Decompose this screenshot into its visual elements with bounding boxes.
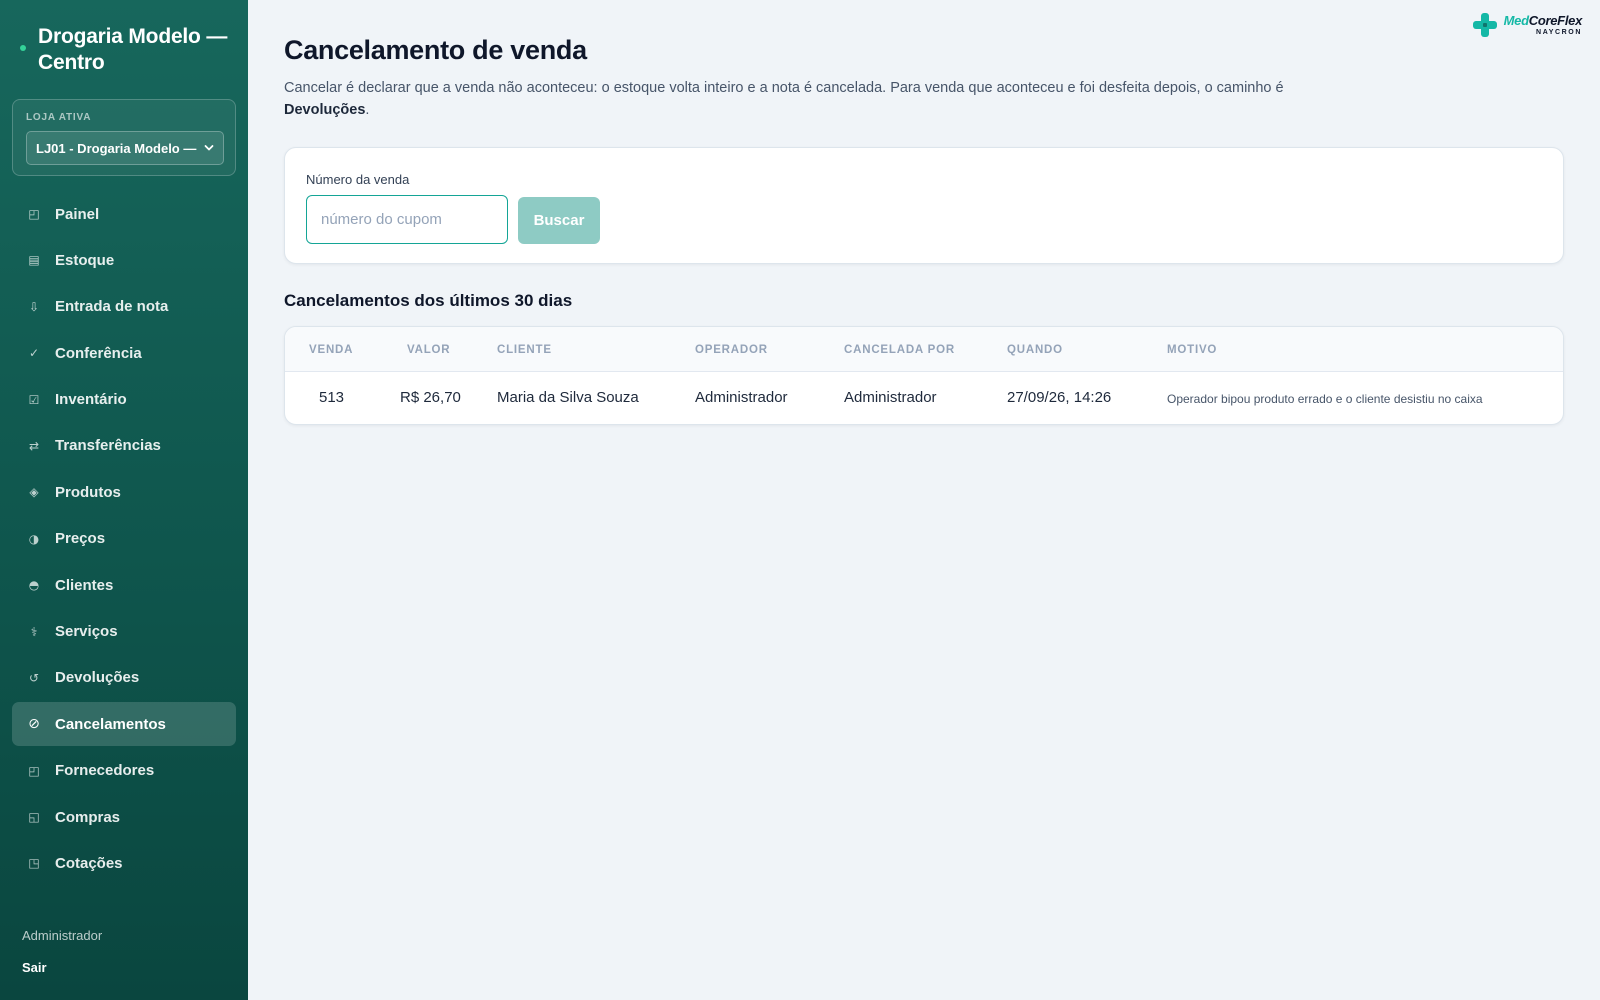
status-dot bbox=[20, 45, 26, 51]
cancellations-table: VENDA VALOR CLIENTE OPERADOR CANCELADA P… bbox=[284, 326, 1564, 425]
table-row[interactable]: 513 R$ 26,70 Maria da Silva Souza Admini… bbox=[285, 372, 1563, 424]
sidebar-item-cancelamentos[interactable]: ⊘ Cancelamentos bbox=[12, 702, 236, 747]
suppliers-icon: ◰ bbox=[28, 763, 40, 778]
col-valor: VALOR bbox=[407, 344, 451, 356]
sidebar-item-label: Transferências bbox=[55, 437, 161, 455]
sidebar-nav: ◰ Painel ▤ Estoque ⇩ Entrada de nota ✓ Conferên… bbox=[12, 192, 236, 888]
cell-venda: 513 bbox=[319, 389, 345, 406]
col-operador: OPERADOR bbox=[695, 344, 768, 356]
page-description: Cancelar é declarar que a venda não acon… bbox=[284, 80, 1284, 118]
invoice-entry-icon: ⇩ bbox=[28, 299, 40, 314]
sidebar-item-produtos[interactable]: ◈ Produtos bbox=[12, 470, 236, 514]
sale-number-input[interactable] bbox=[306, 195, 508, 244]
store-select-value: LJ01 - Drogaria Modelo — Centro bbox=[36, 140, 198, 156]
sidebar-item-inventario[interactable]: ☑ Inventário bbox=[12, 378, 236, 422]
sidebar-item-label: Estoque bbox=[55, 251, 115, 269]
sidebar-item-label: Inventário bbox=[55, 391, 127, 409]
purchases-icon: ◱ bbox=[28, 810, 40, 825]
returns-reference: Devoluções bbox=[284, 102, 366, 118]
active-store-label: LOJA ATIVA bbox=[26, 112, 92, 123]
sidebar: Drogaria Modelo — Centro LOJA ATIVA LJ01… bbox=[0, 0, 248, 1000]
sidebar-item-precos[interactable]: ◑ Preços bbox=[12, 517, 236, 561]
search-card: Número da venda Buscar bbox=[284, 147, 1564, 264]
active-store-panel: LOJA ATIVA LJ01 - Drogaria Modelo — Cent… bbox=[12, 99, 236, 176]
sidebar-item-transferencias[interactable]: ⇄ Transferências bbox=[12, 424, 236, 468]
col-quando: QUANDO bbox=[1007, 344, 1063, 356]
col-venda: VENDA bbox=[309, 344, 354, 356]
sidebar-item-painel[interactable]: ◰ Painel bbox=[12, 192, 236, 236]
checkbox-icon: ☑ bbox=[28, 392, 40, 407]
sidebar-item-label: Conferência bbox=[55, 344, 142, 362]
sidebar-item-label: Clientes bbox=[55, 576, 114, 594]
sidebar-item-entrada-de-nota[interactable]: ⇩ Entrada de nota bbox=[12, 285, 236, 329]
sidebar-item-label: Entrada de nota bbox=[55, 298, 169, 316]
cell-operador: Administrador bbox=[695, 389, 788, 406]
table-header: VENDA VALOR CLIENTE OPERADOR CANCELADA P… bbox=[285, 327, 1563, 372]
sale-number-label: Número da venda bbox=[306, 172, 410, 187]
sidebar-item-conferencia[interactable]: ✓ Conferência bbox=[12, 331, 236, 375]
clients-icon: ◓ bbox=[28, 578, 40, 593]
cell-motivo: Operador bipou produto errado e o client… bbox=[1167, 392, 1483, 406]
services-icon: ⚕ bbox=[30, 624, 38, 639]
return-icon: ↺ bbox=[28, 670, 40, 685]
logout-link[interactable]: Sair bbox=[22, 960, 47, 975]
check-icon: ✓ bbox=[28, 346, 40, 361]
sidebar-item-clientes[interactable]: ◓ Clientes bbox=[12, 563, 236, 607]
sidebar-item-servicos[interactable]: ⚕ Serviços bbox=[12, 610, 236, 654]
page-title: Cancelamento de venda bbox=[284, 35, 587, 65]
sidebar-item-label: Fornecedores bbox=[55, 762, 155, 780]
cancel-icon: ⊘ bbox=[28, 716, 40, 733]
sidebar-item-devolucoes[interactable]: ↺ Devoluções bbox=[12, 656, 236, 700]
sidebar-item-label: Cotações bbox=[55, 854, 123, 872]
sidebar-item-estoque[interactable]: ▤ Estoque bbox=[12, 238, 236, 282]
quotes-icon: ◳ bbox=[28, 856, 40, 871]
sidebar-item-label: Preços bbox=[55, 530, 106, 548]
store-select[interactable]: LJ01 - Drogaria Modelo — Centro bbox=[26, 131, 224, 165]
transfer-icon: ⇄ bbox=[28, 438, 40, 453]
sidebar-item-label: Cancelamentos bbox=[55, 715, 166, 733]
medical-cross-logo-icon bbox=[1472, 13, 1497, 37]
sidebar-item-fornecedores[interactable]: ◰ Fornecedores bbox=[12, 749, 236, 793]
cell-cliente: Maria da Silva Souza bbox=[497, 389, 639, 406]
col-motivo: MOTIVO bbox=[1167, 344, 1218, 356]
medcoreflex-logo: MedCoreFlex NAYCRON bbox=[1472, 12, 1582, 38]
recent-cancellations-title: Cancelamentos dos últimos 30 dias bbox=[284, 291, 573, 310]
user-name: Administrador bbox=[22, 928, 103, 943]
sidebar-item-compras[interactable]: ◱ Compras bbox=[12, 795, 236, 839]
search-button[interactable]: Buscar bbox=[518, 197, 600, 244]
sidebar-item-label: Devoluções bbox=[55, 669, 140, 687]
brand: Drogaria Modelo — Centro bbox=[20, 24, 240, 76]
cell-quando: 27/09/26, 14:26 bbox=[1007, 389, 1112, 406]
sidebar-item-label: Painel bbox=[55, 205, 100, 223]
sidebar-item-label: Serviços bbox=[55, 623, 118, 641]
price-icon: ◑ bbox=[28, 531, 40, 546]
product-icon: ◈ bbox=[29, 485, 39, 500]
col-cancelada-por: CANCELADA POR bbox=[844, 344, 955, 356]
chevron-down-icon bbox=[204, 145, 214, 151]
sidebar-item-label: Compras bbox=[55, 808, 121, 826]
col-cliente: CLIENTE bbox=[497, 344, 552, 356]
cell-cancelada-por: Administrador bbox=[844, 389, 937, 406]
sidebar-item-cotacoes[interactable]: ◳ Cotações bbox=[12, 841, 236, 885]
cell-valor: R$ 26,70 bbox=[400, 389, 461, 406]
panel-icon: ◰ bbox=[28, 207, 40, 221]
brand-name: Drogaria Modelo — Centro bbox=[38, 25, 228, 74]
stock-icon: ▤ bbox=[28, 253, 40, 268]
sidebar-item-label: Produtos bbox=[55, 483, 121, 501]
